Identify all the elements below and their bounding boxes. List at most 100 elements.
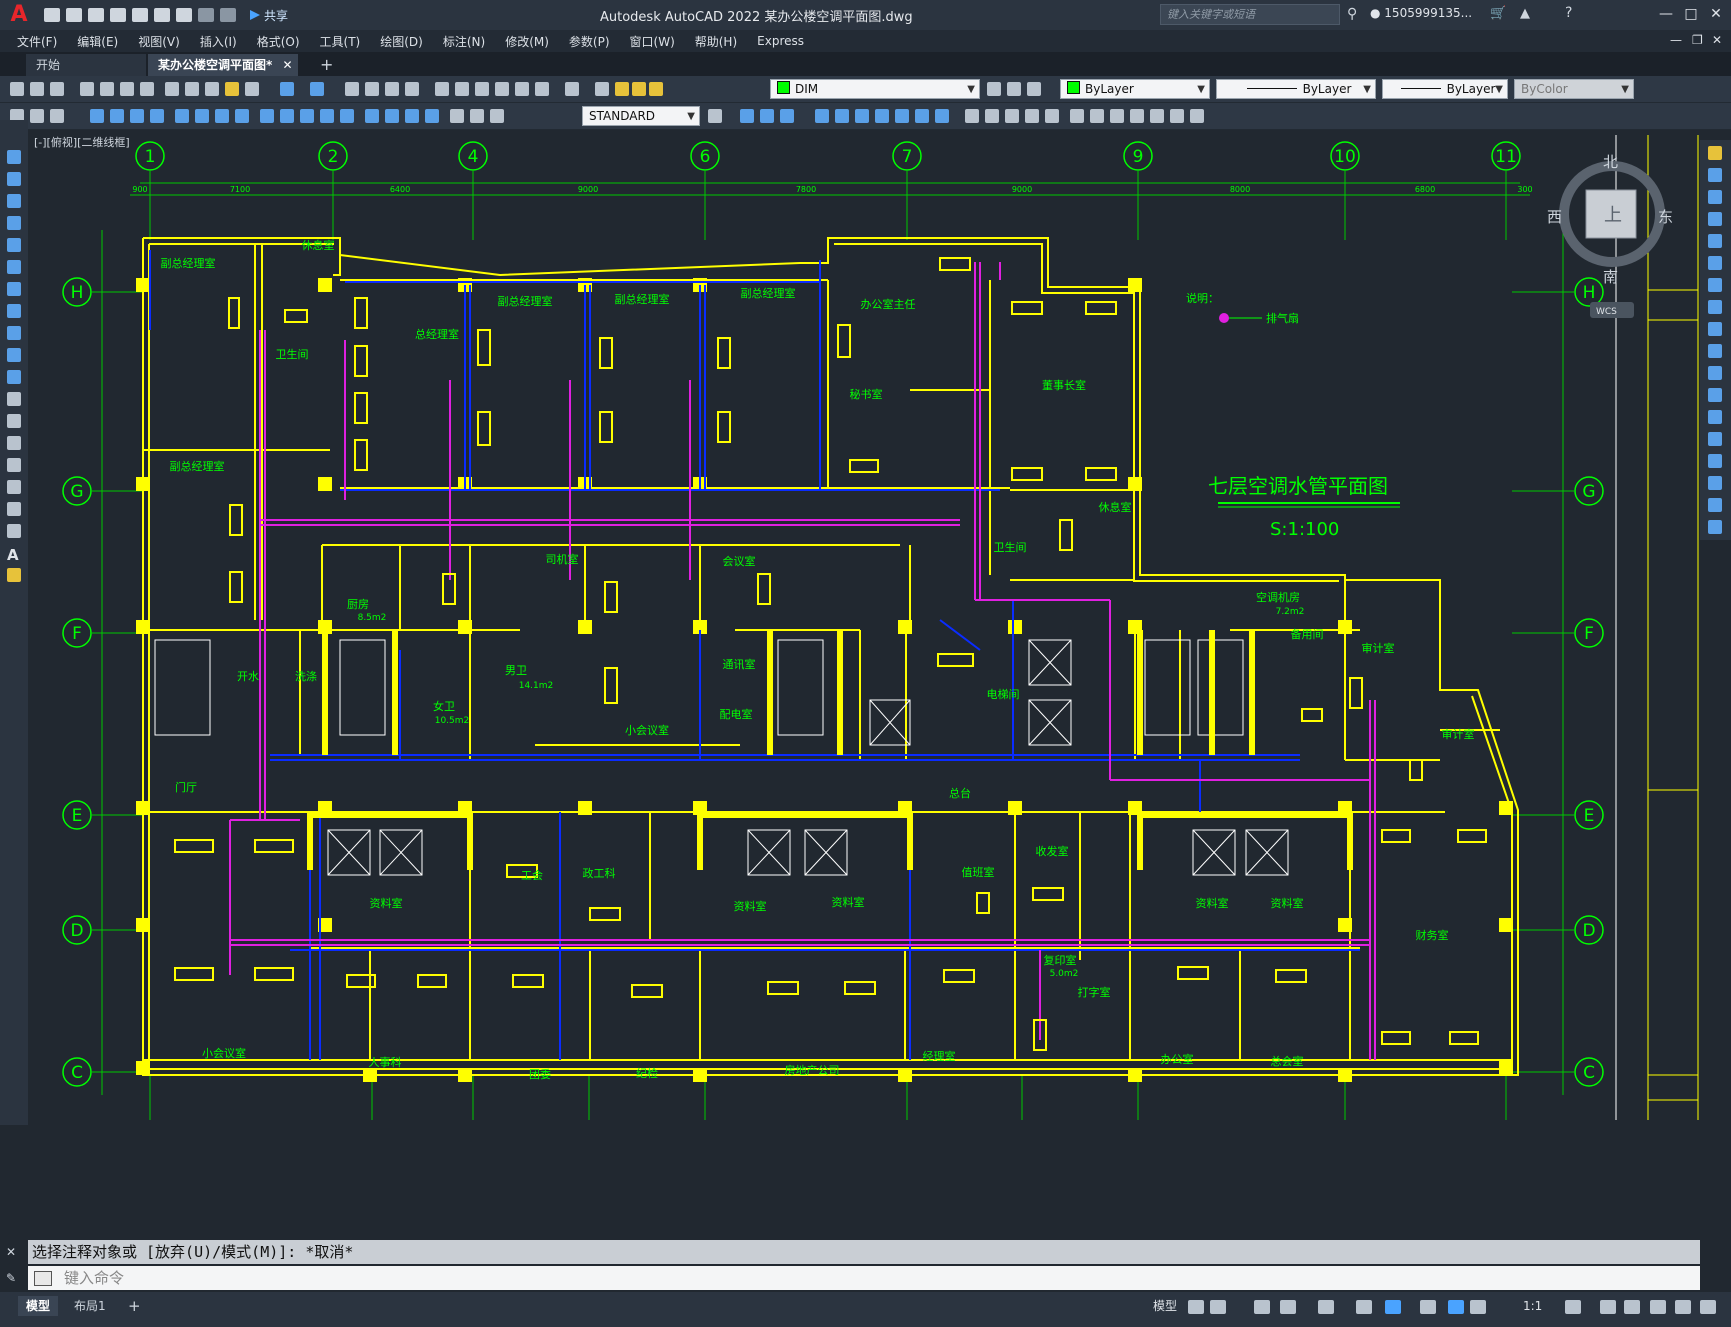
break-icon[interactable]	[1708, 410, 1722, 424]
tab-model[interactable]: 模型	[18, 1296, 59, 1316]
center-mark-icon[interactable]	[385, 109, 399, 123]
jogged-linear-icon[interactable]	[425, 109, 439, 123]
menu-express[interactable]: Express	[757, 34, 804, 48]
command-input[interactable]: 键入命令	[28, 1266, 1700, 1290]
object-snap-tracking-icon[interactable]	[1356, 1300, 1372, 1314]
match-properties-icon[interactable]	[225, 82, 239, 96]
snap-icon[interactable]	[1210, 1300, 1226, 1314]
baseline-dim-icon[interactable]	[280, 109, 294, 123]
layer-on-icon[interactable]	[615, 82, 629, 96]
menu-parametric[interactable]: 参数(P)	[569, 33, 610, 50]
ucs-3point-icon[interactable]	[1130, 109, 1144, 123]
walk-icon[interactable]	[895, 109, 909, 123]
fullscreen-icon[interactable]	[1675, 1300, 1691, 1314]
array-icon[interactable]	[1708, 234, 1722, 248]
plus-icon[interactable]	[1600, 1300, 1616, 1314]
maximize-button[interactable]: □	[1680, 4, 1702, 24]
new-icon[interactable]	[10, 82, 24, 96]
color-select[interactable]: ByLayer ▼	[1060, 79, 1210, 99]
construction-line-icon[interactable]	[7, 172, 21, 186]
dim-style-icon[interactable]	[30, 109, 44, 123]
blend-icon[interactable]	[1708, 498, 1722, 512]
multiline-text-icon[interactable]: A	[7, 546, 19, 564]
make-block-icon[interactable]	[7, 414, 21, 428]
table-style-icon[interactable]	[50, 109, 64, 123]
3dprint-icon[interactable]	[140, 82, 154, 96]
add-layout-button[interactable]: +	[120, 1296, 149, 1316]
add-selected-icon[interactable]	[7, 568, 21, 582]
dim-break-icon[interactable]	[340, 109, 354, 123]
viewcube-west[interactable]: 西	[1547, 208, 1562, 226]
viewcube-east[interactable]: 东	[1658, 208, 1673, 226]
dim-edit-icon[interactable]	[450, 109, 464, 123]
redo-icon[interactable]	[220, 8, 236, 22]
tab-layout1[interactable]: 布局1	[66, 1296, 114, 1316]
cart-icon[interactable]: 🛒	[1490, 6, 1506, 21]
circle-icon[interactable]	[7, 282, 21, 296]
sheet-set-icon[interactable]	[495, 82, 509, 96]
line-icon[interactable]	[7, 150, 21, 164]
chamfer-icon[interactable]	[1708, 454, 1722, 468]
isodraft-icon[interactable]	[1318, 1300, 1334, 1314]
quick-dim-icon[interactable]	[260, 109, 274, 123]
undo-icon[interactable]	[198, 8, 214, 22]
settings-gear-icon[interactable]	[1565, 1300, 1581, 1314]
viewcube[interactable]: 上 北 南 东 西 WCS	[1547, 153, 1673, 318]
open-icon[interactable]	[30, 82, 44, 96]
dim-style-manager-icon[interactable]	[708, 109, 722, 123]
wcs-menu[interactable]: WCS	[1596, 307, 1617, 317]
calculator-icon[interactable]	[535, 82, 549, 96]
point-icon[interactable]	[7, 436, 21, 450]
viewcube-top-face[interactable]: 上	[1604, 205, 1622, 226]
radius-dim-icon[interactable]	[175, 109, 189, 123]
continuous-orbit-icon[interactable]	[855, 109, 869, 123]
new-tab-button[interactable]: +	[310, 54, 336, 76]
ortho-icon[interactable]	[1254, 1300, 1270, 1314]
open-icon[interactable]	[66, 8, 82, 22]
ucs-view-icon[interactable]	[1070, 109, 1084, 123]
extend-icon[interactable]	[1708, 366, 1722, 380]
lineweight-select[interactable]: ByLayer ▼	[1382, 79, 1508, 99]
linear-dim-icon[interactable]	[90, 109, 104, 123]
hatch-icon[interactable]	[7, 458, 21, 472]
save-as-icon[interactable]	[110, 8, 126, 22]
layer-select[interactable]: DIM ▼	[770, 79, 980, 99]
table-icon[interactable]	[7, 524, 21, 538]
autodesk-a360-icon[interactable]: ▲	[1520, 6, 1530, 21]
menu-dimension[interactable]: 标注(N)	[443, 33, 485, 50]
zoom-realtime-icon[interactable]	[365, 82, 379, 96]
ucs-z-icon[interactable]	[1190, 109, 1204, 123]
zoom-window-icon[interactable]	[385, 82, 399, 96]
zoom-previous-icon[interactable]	[405, 82, 419, 96]
linetype-select[interactable]: ByLayer ▼	[1216, 79, 1376, 99]
spline-icon[interactable]	[7, 326, 21, 340]
scale-icon[interactable]	[1708, 300, 1722, 314]
ucs-face-icon[interactable]	[1025, 109, 1039, 123]
save-icon[interactable]	[88, 8, 104, 22]
rectangle-icon[interactable]	[7, 238, 21, 252]
fly-icon[interactable]	[915, 109, 929, 123]
close-button[interactable]: ✕	[1705, 4, 1727, 24]
tab-drawing[interactable]: 某办公楼空调平面图* ✕	[148, 54, 298, 76]
markup-icon[interactable]	[515, 82, 529, 96]
share-button[interactable]: 共享	[250, 7, 288, 24]
customize-menu-icon[interactable]	[1700, 1300, 1716, 1314]
doc-close-icon[interactable]: ✕	[1712, 33, 1722, 47]
save-icon[interactable]	[50, 82, 64, 96]
erase-icon[interactable]	[1708, 146, 1722, 160]
object-snap-icon[interactable]	[1385, 1300, 1401, 1314]
dim-space-icon[interactable]	[320, 109, 334, 123]
copy-object-icon[interactable]	[1708, 168, 1722, 182]
orbit-icon[interactable]	[815, 109, 829, 123]
drawing-canvas[interactable]: 1246791011 134567891011 HGFEDC HGFEDC 90…	[28, 130, 1700, 1231]
plot-icon[interactable]	[80, 82, 94, 96]
tolerance-icon[interactable]	[365, 109, 379, 123]
camera-icon[interactable]	[875, 109, 889, 123]
layer-freeze-icon[interactable]	[632, 82, 646, 96]
isolate-objects-icon[interactable]	[1624, 1300, 1640, 1314]
publish-icon[interactable]	[120, 82, 134, 96]
move-icon[interactable]	[1708, 256, 1722, 270]
help-icon[interactable]	[565, 82, 579, 96]
mirror-icon[interactable]	[1708, 190, 1722, 204]
trim-icon[interactable]	[1708, 344, 1722, 358]
